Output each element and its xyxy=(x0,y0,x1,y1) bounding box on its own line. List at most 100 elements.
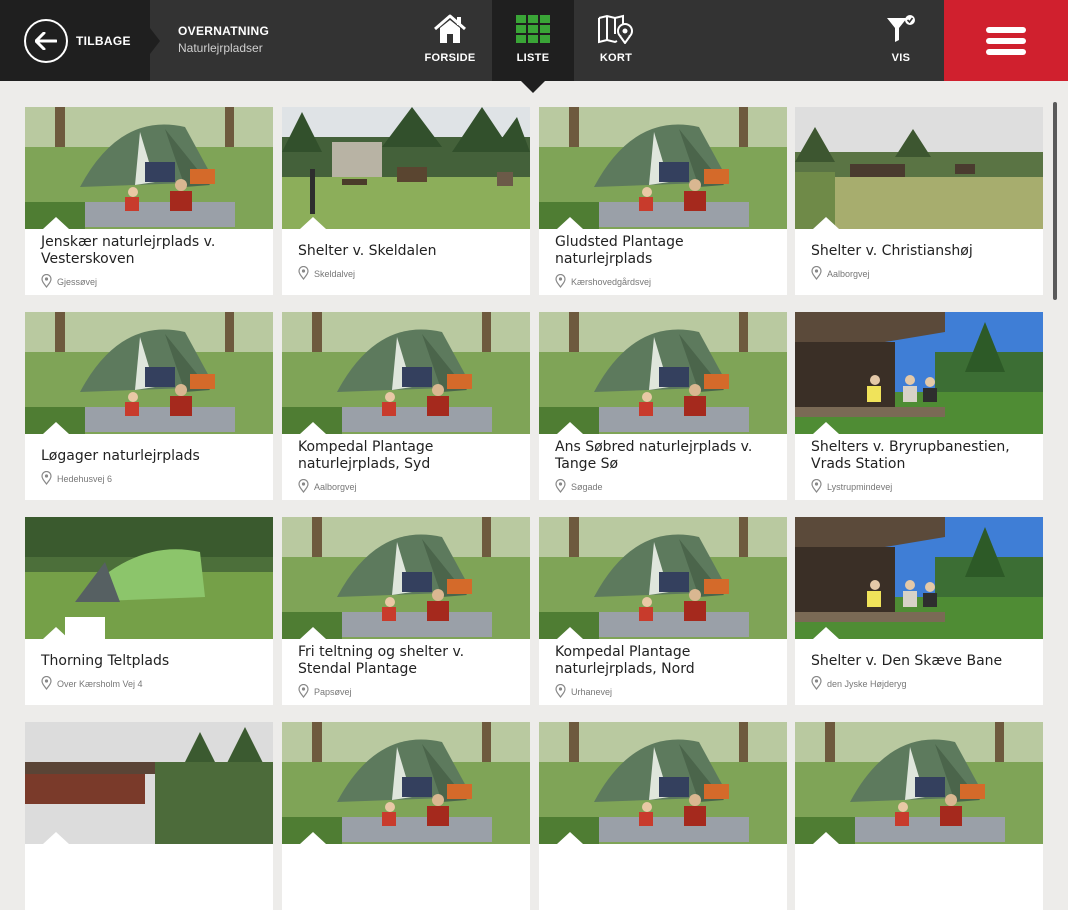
card-notch xyxy=(813,422,839,434)
location-pin-icon xyxy=(298,683,314,700)
nav-list-label: LISTE xyxy=(516,52,550,64)
card-notch xyxy=(300,217,326,229)
card-notch xyxy=(557,217,583,229)
card-title: Ans Søbred naturlejrplads v. Tange Sø xyxy=(555,439,753,472)
card-notch xyxy=(813,627,839,639)
card-address: Aalborgvej xyxy=(298,478,518,495)
list-item[interactable]: Shelter v. Den Skæve Bane den Jyske Højde… xyxy=(795,517,1043,705)
card-address: den Jyske Højderyg xyxy=(811,675,1031,692)
card-image xyxy=(25,312,273,434)
card-address-text: Skeldalvej xyxy=(314,268,356,279)
card-body: Shelter v. Christianshøj Aalborgvej xyxy=(811,229,1031,295)
list-item[interactable]: Løgager naturlejrplads Hedehusvej 6 xyxy=(25,312,273,500)
card-title: Løgager naturlejrplads xyxy=(41,447,200,464)
back-pointer xyxy=(150,28,160,54)
back-button[interactable]: TILBAGE xyxy=(0,0,150,81)
location-pin-icon xyxy=(555,273,571,290)
card-address-text: den Jyske Højderyg xyxy=(827,678,907,689)
card-body xyxy=(555,844,775,910)
card-image xyxy=(282,107,530,229)
location-pin-icon xyxy=(41,675,57,692)
card-notch xyxy=(300,422,326,434)
list-item[interactable]: Shelters v. Bryrupbanestien, Vrads Stati… xyxy=(795,312,1043,500)
grid-icon xyxy=(516,14,550,44)
card-image xyxy=(795,312,1043,434)
filter-label: VIS xyxy=(891,52,911,64)
card-body xyxy=(298,844,518,910)
list-item[interactable]: Fri teltning og shelter v. Stendal Plant… xyxy=(282,517,530,705)
card-image xyxy=(282,517,530,639)
nav-map-button[interactable]: KORT xyxy=(575,0,657,81)
list-item[interactable]: Jenskær naturlejrplads v. Vesterskoven Gj… xyxy=(25,107,273,295)
card-body xyxy=(811,844,1031,910)
card-body: Shelter v. Den Skæve Bane den Jyske Højde… xyxy=(811,639,1031,705)
list-item[interactable] xyxy=(282,722,530,910)
scrollbar[interactable] xyxy=(1053,102,1057,300)
nav-map-label: KORT xyxy=(599,52,633,64)
card-title: Kompedal Plantage naturlejrplads, Syd xyxy=(298,439,434,472)
card-body: Kompedal Plantage naturlejrplads, Syd Aal… xyxy=(298,434,518,500)
card-body: Ans Søbred naturlejrplads v. Tange Sø Søg… xyxy=(555,434,775,500)
card-title: Shelter v. Den Skæve Bane xyxy=(811,652,1003,669)
nav-list-button[interactable]: LISTE xyxy=(492,0,574,81)
card-address: Gjessøvej xyxy=(41,273,261,290)
card-title: Kompedal Plantage naturlejrplads, Nord xyxy=(555,644,695,677)
hamburger-icon xyxy=(986,22,1026,60)
card-notch xyxy=(43,832,69,844)
card-image xyxy=(795,107,1043,229)
card-title: Gludsted Plantage naturlejrplads xyxy=(555,234,684,267)
card-address: Kærshovedgårdsvej xyxy=(555,273,775,290)
list-item[interactable]: Ans Søbred naturlejrplads v. Tange Sø Søg… xyxy=(539,312,787,500)
card-notch xyxy=(557,832,583,844)
card-title: Thorning Teltplads xyxy=(41,652,170,669)
list-item[interactable]: Shelter v. Skeldalen Skeldalvej xyxy=(282,107,530,295)
top-bar: TILBAGE OVERNATNING Naturlejrpladser FOR… xyxy=(0,0,1068,93)
list-item[interactable]: Thorning Teltplads Over Kærsholm Vej 4 xyxy=(25,517,273,705)
list-item[interactable]: Shelter v. Christianshøj Aalborgvej xyxy=(795,107,1043,295)
card-address-text: Papsøvej xyxy=(314,687,352,697)
menu-button[interactable] xyxy=(944,0,1068,81)
section-title: OVERNATNING xyxy=(178,24,270,38)
card-address: Urhanevej xyxy=(555,683,775,700)
location-pin-icon xyxy=(555,478,571,495)
filter-button[interactable]: VIS xyxy=(860,0,942,81)
card-notch xyxy=(300,832,326,844)
card-address: Over Kærsholm Vej 4 xyxy=(41,675,261,692)
list-item[interactable]: Kompedal Plantage naturlejrplads, Syd Aal… xyxy=(282,312,530,500)
card-body: Thorning Teltplads Over Kærsholm Vej 4 xyxy=(41,639,261,705)
section-subtitle: Naturlejrpladser xyxy=(178,41,263,55)
card-notch xyxy=(557,627,583,639)
home-icon xyxy=(433,14,467,44)
card-body: Kompedal Plantage naturlejrplads, Nord Ur… xyxy=(555,639,775,705)
card-image xyxy=(795,722,1043,844)
card-body: Gludsted Plantage naturlejrplads Kærshove… xyxy=(555,229,775,295)
location-pin-icon xyxy=(41,470,57,487)
list-item[interactable]: Gludsted Plantage naturlejrplads Kærshove… xyxy=(539,107,787,295)
card-address-text: Søgade xyxy=(571,482,603,492)
breadcrumb: OVERNATNING Naturlejrpladser xyxy=(178,24,269,55)
card-address-text: Aalborgvej xyxy=(827,268,870,279)
nav-home-button[interactable]: FORSIDE xyxy=(409,0,491,81)
card-image xyxy=(795,517,1043,639)
card-title: Shelter v. Skeldalen xyxy=(298,242,437,259)
card-title: Shelter v. Christianshøj xyxy=(811,242,973,259)
card-body: Jenskær naturlejrplads v. Vesterskoven Gj… xyxy=(41,229,261,295)
location-pin-icon xyxy=(298,265,314,282)
card-address-text: Aalborgvej xyxy=(314,482,357,492)
location-pin-icon xyxy=(811,265,827,282)
list-item[interactable]: Kompedal Plantage naturlejrplads, Nord Ur… xyxy=(539,517,787,705)
card-notch xyxy=(813,832,839,844)
card-body: Løgager naturlejrplads Hedehusvej 6 xyxy=(41,434,261,500)
active-tab-pointer xyxy=(521,81,545,93)
card-image xyxy=(539,107,787,229)
card-title: Fri teltning og shelter v. Stendal Plant… xyxy=(298,644,465,677)
back-label: TILBAGE xyxy=(76,33,131,48)
location-pin-icon xyxy=(811,478,827,495)
card-title: Jenskær naturlejrplads v. Vesterskoven xyxy=(41,234,216,267)
card-notch xyxy=(813,217,839,229)
list-item[interactable] xyxy=(795,722,1043,910)
card-address-text: Kærshovedgårdsvej xyxy=(571,277,652,287)
location-pin-icon xyxy=(555,683,571,700)
list-item[interactable] xyxy=(25,722,273,910)
list-item[interactable] xyxy=(539,722,787,910)
